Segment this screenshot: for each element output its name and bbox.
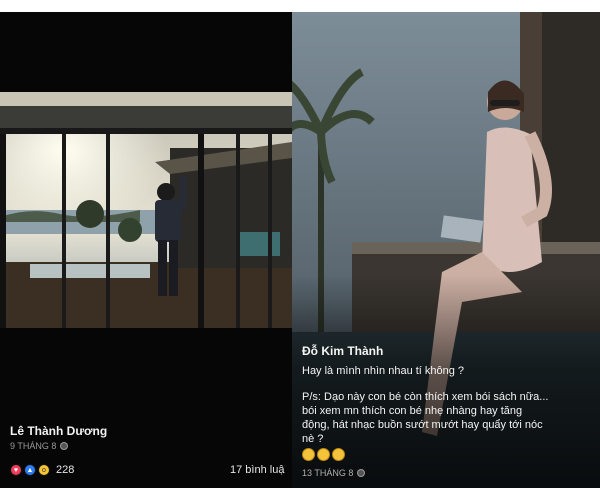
wow-icon: o [38,464,50,476]
emoji-row [302,448,592,461]
comment-count-link[interactable]: 17 bình luậ [230,464,284,476]
thinking-emoji-icon [332,448,345,461]
right-post-text: Đỗ Kim Thành Hay là mình nhìn nhau tí kh… [302,344,592,461]
love-icon: ♥ [10,464,22,476]
text-spacer [302,378,592,390]
right-post-card: Đỗ Kim Thành Hay là mình nhìn nhau tí kh… [292,12,600,488]
right-author-name[interactable]: Đỗ Kim Thành [302,344,592,358]
like-icon: ▲ [24,464,36,476]
right-date-text: 13 THÁNG 8 [302,468,354,478]
left-author-name[interactable]: Lê Thành Dương [10,424,107,438]
left-post-date[interactable]: 9 THÁNG 8 [10,441,107,451]
globe-icon [357,469,366,477]
post-line-main: Hay là mình nhìn nhau tí không ? [302,365,465,377]
left-post-caption: Lê Thành Dương 9 THÁNG 8 [10,424,107,451]
left-post-card: Lê Thành Dương 9 THÁNG 8 ♥ ▲ o 228 17 bì… [0,12,292,488]
right-post-date[interactable]: 13 THÁNG 8 [302,468,366,478]
left-date-text: 9 THÁNG 8 [10,441,57,451]
post-line-ps-3: động, hát nhạc buồn sướt mướt hay quẩy t… [302,419,543,431]
left-reactions[interactable]: ♥ ▲ o 228 [10,464,74,476]
thinking-emoji-icon [317,448,330,461]
thinking-emoji-icon [302,448,315,461]
left-post-photo[interactable] [0,92,292,328]
reaction-count: 228 [56,464,75,476]
globe-icon [60,442,69,450]
post-line-ps-4: nè ? [302,433,324,445]
post-line-ps-1: P/s: Dạo này con bé còn thích xem bói sá… [302,391,549,403]
post-line-ps-2: bói xem mn thích con bé nhẹ nhàng hay tă… [302,405,523,417]
